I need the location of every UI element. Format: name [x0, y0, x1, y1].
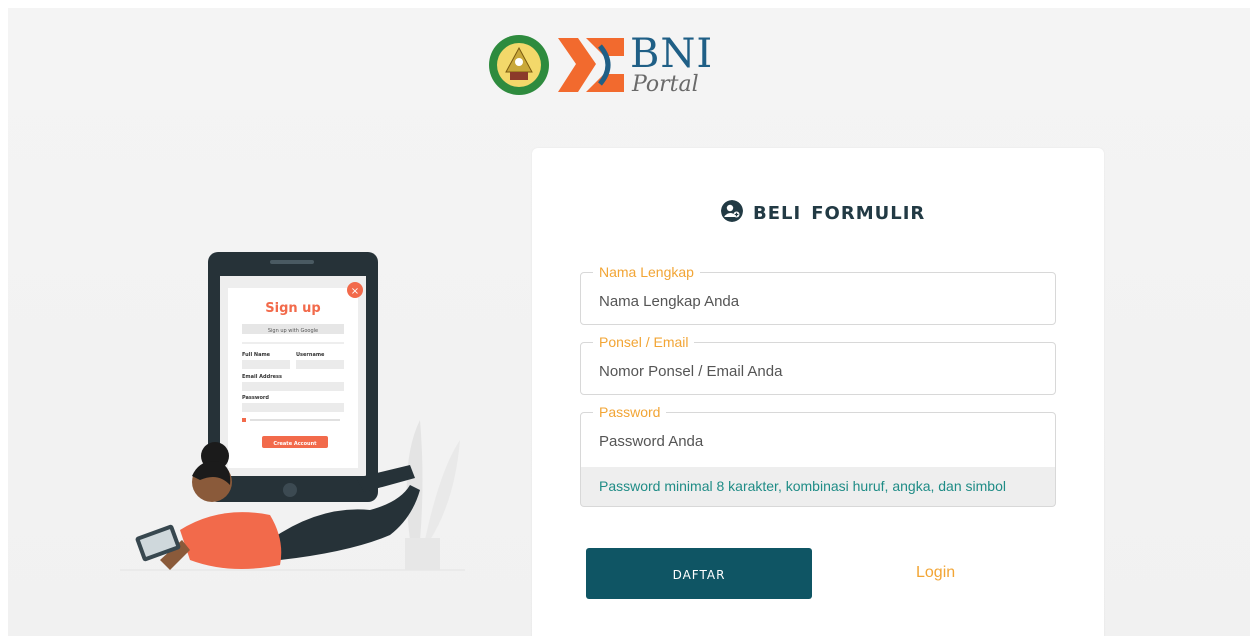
login-link[interactable]: Login: [916, 564, 955, 582]
form-heading: BELI FORMULIR: [721, 196, 925, 226]
illus-full-name: Full Name: [242, 352, 271, 358]
daftar-button[interactable]: DAFTAR: [586, 548, 812, 599]
brand-name: BNI: [630, 31, 714, 77]
password-label: Password: [599, 404, 661, 420]
bni-mark-logo: [558, 38, 624, 92]
illus-create-account: Create Account: [273, 441, 317, 447]
signup-illustration: × Sign up Sign up with Google Full Name …: [120, 252, 465, 571]
form-title: BELI FORMULIR: [753, 196, 926, 226]
fullname-field: Nama Lengkap: [580, 264, 1056, 325]
illus-password: Password: [242, 395, 269, 401]
phone-email-field: Ponsel / Email: [580, 334, 1056, 395]
user-add-icon: [721, 200, 743, 222]
illus-signup-title: Sign up: [265, 301, 320, 316]
svg-text:×: ×: [351, 286, 359, 297]
brand-text: BNI Portal: [630, 34, 713, 96]
brand-sub: Portal: [632, 72, 699, 97]
phone-email-label: Ponsel / Email: [599, 334, 689, 350]
illus-google-label: Sign up with Google: [268, 328, 318, 334]
university-seal-logo: [489, 35, 549, 95]
header-logos: BNI Portal: [488, 30, 713, 100]
illus-email: Email Address: [242, 374, 282, 380]
fullname-input[interactable]: [581, 280, 1055, 316]
fullname-label: Nama Lengkap: [599, 264, 694, 280]
password-hint: Password minimal 8 karakter, kombinasi h…: [580, 467, 1056, 507]
illus-username: Username: [296, 352, 325, 358]
password-field: Password: [580, 404, 1056, 468]
phone-email-input[interactable]: [581, 350, 1055, 386]
password-input[interactable]: [581, 420, 1055, 456]
